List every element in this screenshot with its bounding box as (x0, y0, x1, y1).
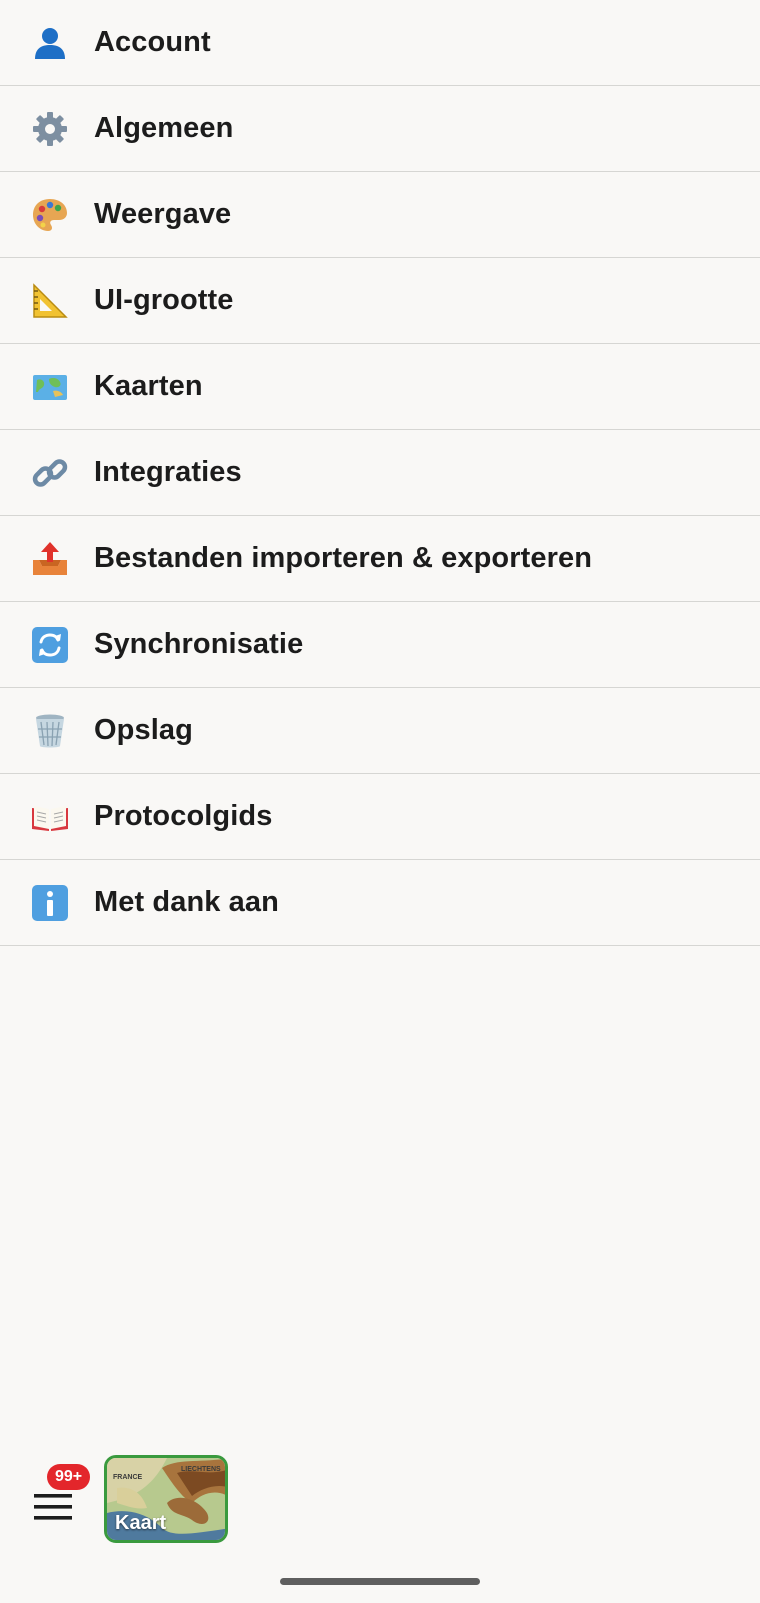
settings-item-integraties[interactable]: Integraties (0, 430, 760, 516)
notification-badge: 99+ (47, 1464, 91, 1490)
map-region-label: LIECHTENS (181, 1466, 221, 1473)
open-book-icon (30, 797, 70, 837)
settings-item-weergave[interactable]: Weergave (0, 172, 760, 258)
sync-arrows-icon (30, 625, 70, 665)
hamburger-menu-icon (32, 1491, 74, 1523)
settings-item-kaarten[interactable]: Kaarten (0, 344, 760, 430)
settings-item-algemeen[interactable]: Algemeen (0, 86, 760, 172)
settings-item-opslag[interactable]: Opslag (0, 688, 760, 774)
settings-item-protocolgids[interactable]: Protocolgids (0, 774, 760, 860)
triangle-ruler-icon (30, 281, 70, 321)
settings-item-label: Kaarten (94, 370, 203, 402)
settings-item-label: Synchronisatie (94, 628, 304, 660)
settings-item-bestanden[interactable]: Bestanden importeren & exporteren (0, 516, 760, 602)
info-icon (30, 883, 70, 923)
settings-item-label: Algemeen (94, 112, 234, 144)
settings-item-label: Opslag (94, 714, 193, 746)
link-icon (30, 453, 70, 493)
settings-item-ui-grootte[interactable]: UI-grootte (0, 258, 760, 344)
world-map-icon (30, 367, 70, 407)
settings-item-label: Met dank aan (94, 886, 279, 918)
palette-icon (30, 195, 70, 235)
settings-item-synchronisatie[interactable]: Synchronisatie (0, 602, 760, 688)
settings-item-met-dank-aan[interactable]: Met dank aan (0, 860, 760, 946)
map-region-label: FRANCE (113, 1474, 143, 1481)
settings-item-account[interactable]: Account (0, 0, 760, 86)
person-icon (30, 23, 70, 63)
outbox-tray-icon (30, 539, 70, 579)
settings-item-label: Bestanden importeren & exporteren (94, 542, 593, 574)
settings-list: Account Algemeen Weergave UI-grootte Kaa… (0, 0, 760, 946)
wastebasket-icon (30, 711, 70, 751)
settings-item-label: Weergave (94, 198, 232, 230)
settings-item-label: Integraties (94, 456, 242, 488)
settings-item-label: Protocolgids (94, 800, 273, 832)
home-indicator[interactable] (280, 1578, 480, 1585)
map-tile-label: Kaart (115, 1512, 167, 1534)
gear-icon (30, 109, 70, 149)
settings-item-label: Account (94, 26, 211, 58)
settings-item-label: UI-grootte (94, 284, 234, 316)
map-tile-button[interactable]: FRANCE LIECHTENS Kaart (104, 1455, 228, 1543)
bottom-bar: 99+ FRANCE LIECHTENS Kaart (0, 1440, 760, 1560)
